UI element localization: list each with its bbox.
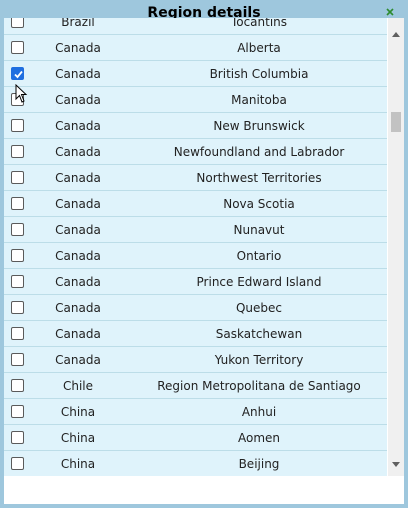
scroll-up-arrow-icon[interactable]: [392, 32, 400, 37]
country-cell: Brazil: [61, 18, 95, 29]
country-cell: China: [60, 457, 96, 471]
region-cell: Aomen: [237, 431, 281, 445]
country-cell: Canada: [55, 327, 101, 341]
country-cell: Chile: [62, 379, 94, 393]
region-cell: Anhui: [241, 405, 277, 419]
region-cell: Beijing: [238, 457, 280, 471]
table-row[interactable]: Canada Saskatchewan: [4, 321, 387, 347]
close-button[interactable]: [383, 4, 397, 18]
table-row[interactable]: Canada Alberta: [4, 35, 387, 61]
scrollbar-thumb[interactable]: [391, 112, 401, 132]
row-checkbox[interactable]: [11, 327, 24, 340]
table-row[interactable]: Canada Newfoundland and Labrador: [4, 139, 387, 165]
row-checkbox[interactable]: [11, 93, 24, 106]
region-rows: Brazil Tocantins Canada Alberta Canada Britis…: [4, 18, 388, 476]
table-row[interactable]: Canada Manitoba: [4, 87, 387, 113]
table-row[interactable]: Canada Nunavut: [4, 217, 387, 243]
region-cell: British Columbia: [209, 67, 309, 81]
country-cell: Canada: [55, 275, 101, 289]
row-checkbox[interactable]: [11, 197, 24, 210]
country-cell: China: [60, 405, 96, 419]
row-checkbox[interactable]: [11, 379, 24, 392]
region-cell: Yukon Territory: [214, 353, 304, 367]
row-checkbox[interactable]: [11, 41, 24, 54]
region-cell: Saskatchewan: [215, 327, 303, 341]
region-cell: Nova Scotia: [223, 197, 295, 211]
country-cell: Canada: [55, 353, 101, 367]
checkmark-icon: [14, 70, 23, 79]
table-row[interactable]: Canada Ontario: [4, 243, 387, 269]
table-row[interactable]: Chile Region Metropolitana de Santiago: [4, 373, 387, 399]
table-row[interactable]: Canada Quebec: [4, 295, 387, 321]
region-list[interactable]: Brazil Tocantins Canada Alberta Canada Britis…: [4, 18, 404, 476]
row-checkbox[interactable]: [11, 145, 24, 158]
region-cell: New Brunswick: [213, 119, 305, 133]
table-row[interactable]: Canada Nova Scotia: [4, 191, 387, 217]
table-row[interactable]: Canada Northwest Territories: [4, 165, 387, 191]
region-cell: Region Metropolitana de Santiago: [157, 379, 361, 393]
table-row[interactable]: China Beijing: [4, 451, 387, 476]
region-cell: Manitoba: [231, 93, 287, 107]
row-checkbox[interactable]: [11, 67, 24, 80]
row-checkbox[interactable]: [11, 171, 24, 184]
row-checkbox[interactable]: [11, 431, 24, 444]
country-cell: Canada: [55, 145, 101, 159]
country-cell: Canada: [55, 171, 101, 185]
country-cell: China: [60, 431, 96, 445]
row-checkbox[interactable]: [11, 457, 24, 470]
row-checkbox[interactable]: [11, 249, 24, 262]
row-checkbox[interactable]: [11, 119, 24, 132]
table-row[interactable]: Canada Yukon Territory: [4, 347, 387, 373]
row-checkbox[interactable]: [11, 405, 24, 418]
region-cell: Alberta: [237, 41, 281, 55]
region-cell: Northwest Territories: [196, 171, 322, 185]
region-cell: Nunavut: [233, 223, 285, 237]
row-checkbox[interactable]: [11, 301, 24, 314]
region-cell: Newfoundland and Labrador: [173, 145, 345, 159]
region-cell: Quebec: [235, 301, 283, 315]
region-cell: Prince Edward Island: [196, 275, 322, 289]
scroll-down-arrow-icon[interactable]: [392, 462, 400, 467]
country-cell: Canada: [55, 119, 101, 133]
row-checkbox[interactable]: [11, 353, 24, 366]
table-row[interactable]: China Anhui: [4, 399, 387, 425]
country-cell: Canada: [55, 67, 101, 81]
table-row[interactable]: Canada Prince Edward Island: [4, 269, 387, 295]
country-cell: Canada: [55, 301, 101, 315]
country-cell: Canada: [55, 93, 101, 107]
table-row[interactable]: Brazil Tocantins: [4, 18, 387, 35]
country-cell: Canada: [55, 249, 101, 263]
vertical-scrollbar[interactable]: [388, 18, 404, 476]
row-checkbox[interactable]: [11, 18, 24, 28]
dialog-footer: [4, 476, 404, 504]
table-row[interactable]: Canada New Brunswick: [4, 113, 387, 139]
row-checkbox[interactable]: [11, 223, 24, 236]
country-cell: Canada: [55, 41, 101, 55]
region-cell: Ontario: [236, 249, 282, 263]
region-cell: Tocantins: [230, 18, 288, 29]
row-checkbox[interactable]: [11, 275, 24, 288]
country-cell: Canada: [55, 223, 101, 237]
close-icon: [386, 8, 394, 16]
country-cell: Canada: [55, 197, 101, 211]
table-row[interactable]: Canada British Columbia: [4, 61, 387, 87]
table-row[interactable]: China Aomen: [4, 425, 387, 451]
region-details-dialog: Region details Brazil Tocantins Canada Albe…: [0, 0, 408, 508]
